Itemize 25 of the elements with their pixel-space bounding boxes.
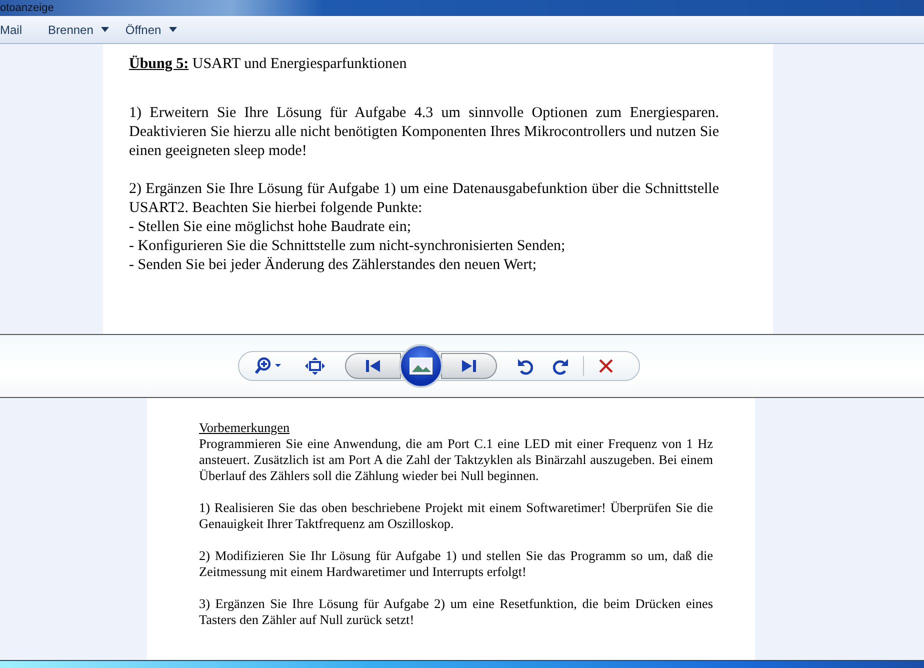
list-item: - Konfigurieren Sie die Schnittstelle zum nicht-synchronisierten Senden; <box>129 237 566 256</box>
menu-item[interactable]: Brennen <box>48 22 110 36</box>
skip-forward-icon <box>461 359 477 373</box>
next-button[interactable] <box>441 353 497 379</box>
menu-item[interactable]: Öffnen <box>125 22 178 36</box>
fit-window-icon <box>305 357 325 375</box>
window-title: otoanzeige <box>0 1 54 15</box>
landscape-picture-icon <box>409 357 433 375</box>
paragraph: 1) Erweitern Sie Ihre Lösung für Aufgabe 4.3 um sinnvolle Optionen zum Energiesparen. Deaktivieren Sie hierzu alle nicht benötigten Komponenten Ihres Mikrocontrollers und nutzen Sie einen geeigneten sleep mode! <box>129 104 719 161</box>
list-item: - Stellen Sie eine möglichst hohe Baudrate ein; <box>129 218 412 237</box>
rotate-left-icon <box>517 357 533 375</box>
skip-back-icon <box>365 359 381 373</box>
paragraph: Programmieren Sie eine Anwendung, die am Port C.1 eine LED mit einer Frequenz von 1 Hz ansteuert. Zusätzlich ist am Port A die Zahl der Taktzyklen als Binärzahl auszugeben. Bei einem Überlauf des Zählers soll die Zählung wieder bei Null beginnen. <box>199 436 713 484</box>
paragraph: 3) Ergänzen Sie Ihre Lösung für Aufgabe 2) um eine Resetfunktion, die beim Drücken eines Tasters den Zähler auf Null zurück setzt! <box>199 596 713 628</box>
close-icon <box>598 358 614 374</box>
menu-item[interactable]: Mail <box>0 22 22 36</box>
subheading: Vorbemerkungen <box>199 420 291 436</box>
slideshow-button[interactable] <box>399 344 443 388</box>
exercise-heading: Übung 5: USART und Energiesparfunktionen <box>129 56 408 73</box>
paragraph: 1) Realisieren Sie das oben beschriebene Projekt mit einem Softwaretimer! Überprüfen Sie die Genauigkeit Ihrer Taktfrequenz am Oszilloskop. <box>199 500 713 532</box>
list-item: - Senden Sie bei jeder Änderung des Zählerstandes den neuen Wert; <box>129 256 538 275</box>
rotate-right-icon <box>553 357 569 375</box>
paragraph: 2) Modifizieren Sie Ihr Lösung für Aufgabe 1) und stellen Sie das Programm so um, daß die Zeitmessung mit einem Hardwaretimer und Interrupts erfolgt! <box>199 548 713 580</box>
previous-button[interactable] <box>345 353 401 379</box>
paragraph: 2) Ergänzen Sie Ihre Lösung für Aufgabe 1) um eine Datenausgabefunktion über die Schnittstelle USART2. Beachten Sie hierbei folgende Punkte: <box>129 180 719 218</box>
